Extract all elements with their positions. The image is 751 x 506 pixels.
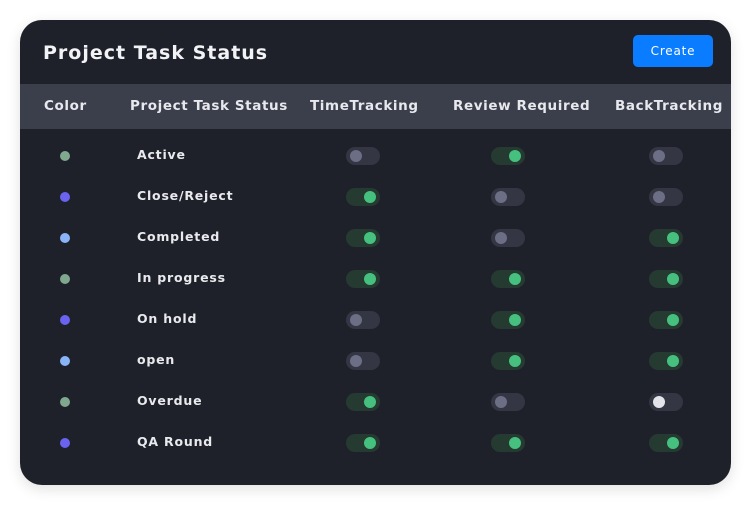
status-label: Close/Reject xyxy=(137,188,234,203)
toggle-knob xyxy=(653,150,665,162)
toggle-knob xyxy=(364,191,376,203)
table-row: Active xyxy=(20,135,731,176)
toggle-knob xyxy=(667,232,679,244)
header-review-required: Review Required xyxy=(453,98,591,114)
status-label: Overdue xyxy=(137,393,203,408)
review-required-toggle[interactable] xyxy=(491,311,525,329)
review-required-toggle[interactable] xyxy=(491,352,525,370)
header-project-task-status: Project Task Status xyxy=(130,98,288,114)
back-tracking-toggle[interactable] xyxy=(649,434,683,452)
toggle-knob xyxy=(667,355,679,367)
status-label: Completed xyxy=(137,229,221,244)
review-required-toggle[interactable] xyxy=(491,229,525,247)
status-color-dot xyxy=(60,397,70,407)
back-tracking-toggle[interactable] xyxy=(649,311,683,329)
toggle-knob xyxy=(495,191,507,203)
toggle-knob xyxy=(364,396,376,408)
table-row: Overdue xyxy=(20,381,731,422)
toggle-knob xyxy=(495,396,507,408)
project-task-status-panel: Project Task Status Create Color Project… xyxy=(20,20,731,485)
toggle-knob xyxy=(509,273,521,285)
toggle-knob xyxy=(667,314,679,326)
toggle-knob xyxy=(495,232,507,244)
status-label: On hold xyxy=(137,311,198,326)
table-row: QA Round xyxy=(20,422,731,463)
status-color-dot xyxy=(60,151,70,161)
status-color-dot xyxy=(60,356,70,366)
table-row: open xyxy=(20,340,731,381)
toggle-knob xyxy=(509,150,521,162)
status-color-dot xyxy=(60,315,70,325)
review-required-toggle[interactable] xyxy=(491,270,525,288)
header-time-tracking: TimeTracking xyxy=(310,98,419,114)
time-tracking-toggle[interactable] xyxy=(346,270,380,288)
toggle-knob xyxy=(350,150,362,162)
toggle-knob xyxy=(667,273,679,285)
time-tracking-toggle[interactable] xyxy=(346,352,380,370)
toggle-knob xyxy=(509,355,521,367)
time-tracking-toggle[interactable] xyxy=(346,147,380,165)
toggle-knob xyxy=(364,273,376,285)
time-tracking-toggle[interactable] xyxy=(346,188,380,206)
status-label: In progress xyxy=(137,270,226,285)
back-tracking-toggle[interactable] xyxy=(649,352,683,370)
review-required-toggle[interactable] xyxy=(491,393,525,411)
back-tracking-toggle[interactable] xyxy=(649,393,683,411)
toggle-knob xyxy=(350,314,362,326)
toggle-knob xyxy=(350,355,362,367)
toggle-knob xyxy=(509,314,521,326)
status-label: Active xyxy=(137,147,186,162)
table-row: Completed xyxy=(20,217,731,258)
status-color-dot xyxy=(60,274,70,284)
back-tracking-toggle[interactable] xyxy=(649,270,683,288)
toggle-knob xyxy=(667,437,679,449)
toggle-knob xyxy=(653,396,665,408)
time-tracking-toggle[interactable] xyxy=(346,393,380,411)
status-color-dot xyxy=(60,233,70,243)
table-row: In progress xyxy=(20,258,731,299)
time-tracking-toggle[interactable] xyxy=(346,434,380,452)
status-label: open xyxy=(137,352,176,367)
status-color-dot xyxy=(60,438,70,448)
toggle-knob xyxy=(509,437,521,449)
create-button[interactable]: Create xyxy=(633,35,713,67)
time-tracking-toggle[interactable] xyxy=(346,229,380,247)
table-header: Color Project Task Status TimeTracking R… xyxy=(20,84,731,129)
header-back-tracking: BackTracking xyxy=(615,98,723,114)
status-label: QA Round xyxy=(137,434,214,449)
back-tracking-toggle[interactable] xyxy=(649,147,683,165)
panel-title: Project Task Status xyxy=(43,42,269,64)
status-color-dot xyxy=(60,192,70,202)
toggle-knob xyxy=(653,191,665,203)
back-tracking-toggle[interactable] xyxy=(649,188,683,206)
review-required-toggle[interactable] xyxy=(491,434,525,452)
time-tracking-toggle[interactable] xyxy=(346,311,380,329)
header-color: Color xyxy=(44,98,87,114)
table-row: On hold xyxy=(20,299,731,340)
review-required-toggle[interactable] xyxy=(491,188,525,206)
back-tracking-toggle[interactable] xyxy=(649,229,683,247)
review-required-toggle[interactable] xyxy=(491,147,525,165)
toggle-knob xyxy=(364,437,376,449)
toggle-knob xyxy=(364,232,376,244)
table-row: Close/Reject xyxy=(20,176,731,217)
